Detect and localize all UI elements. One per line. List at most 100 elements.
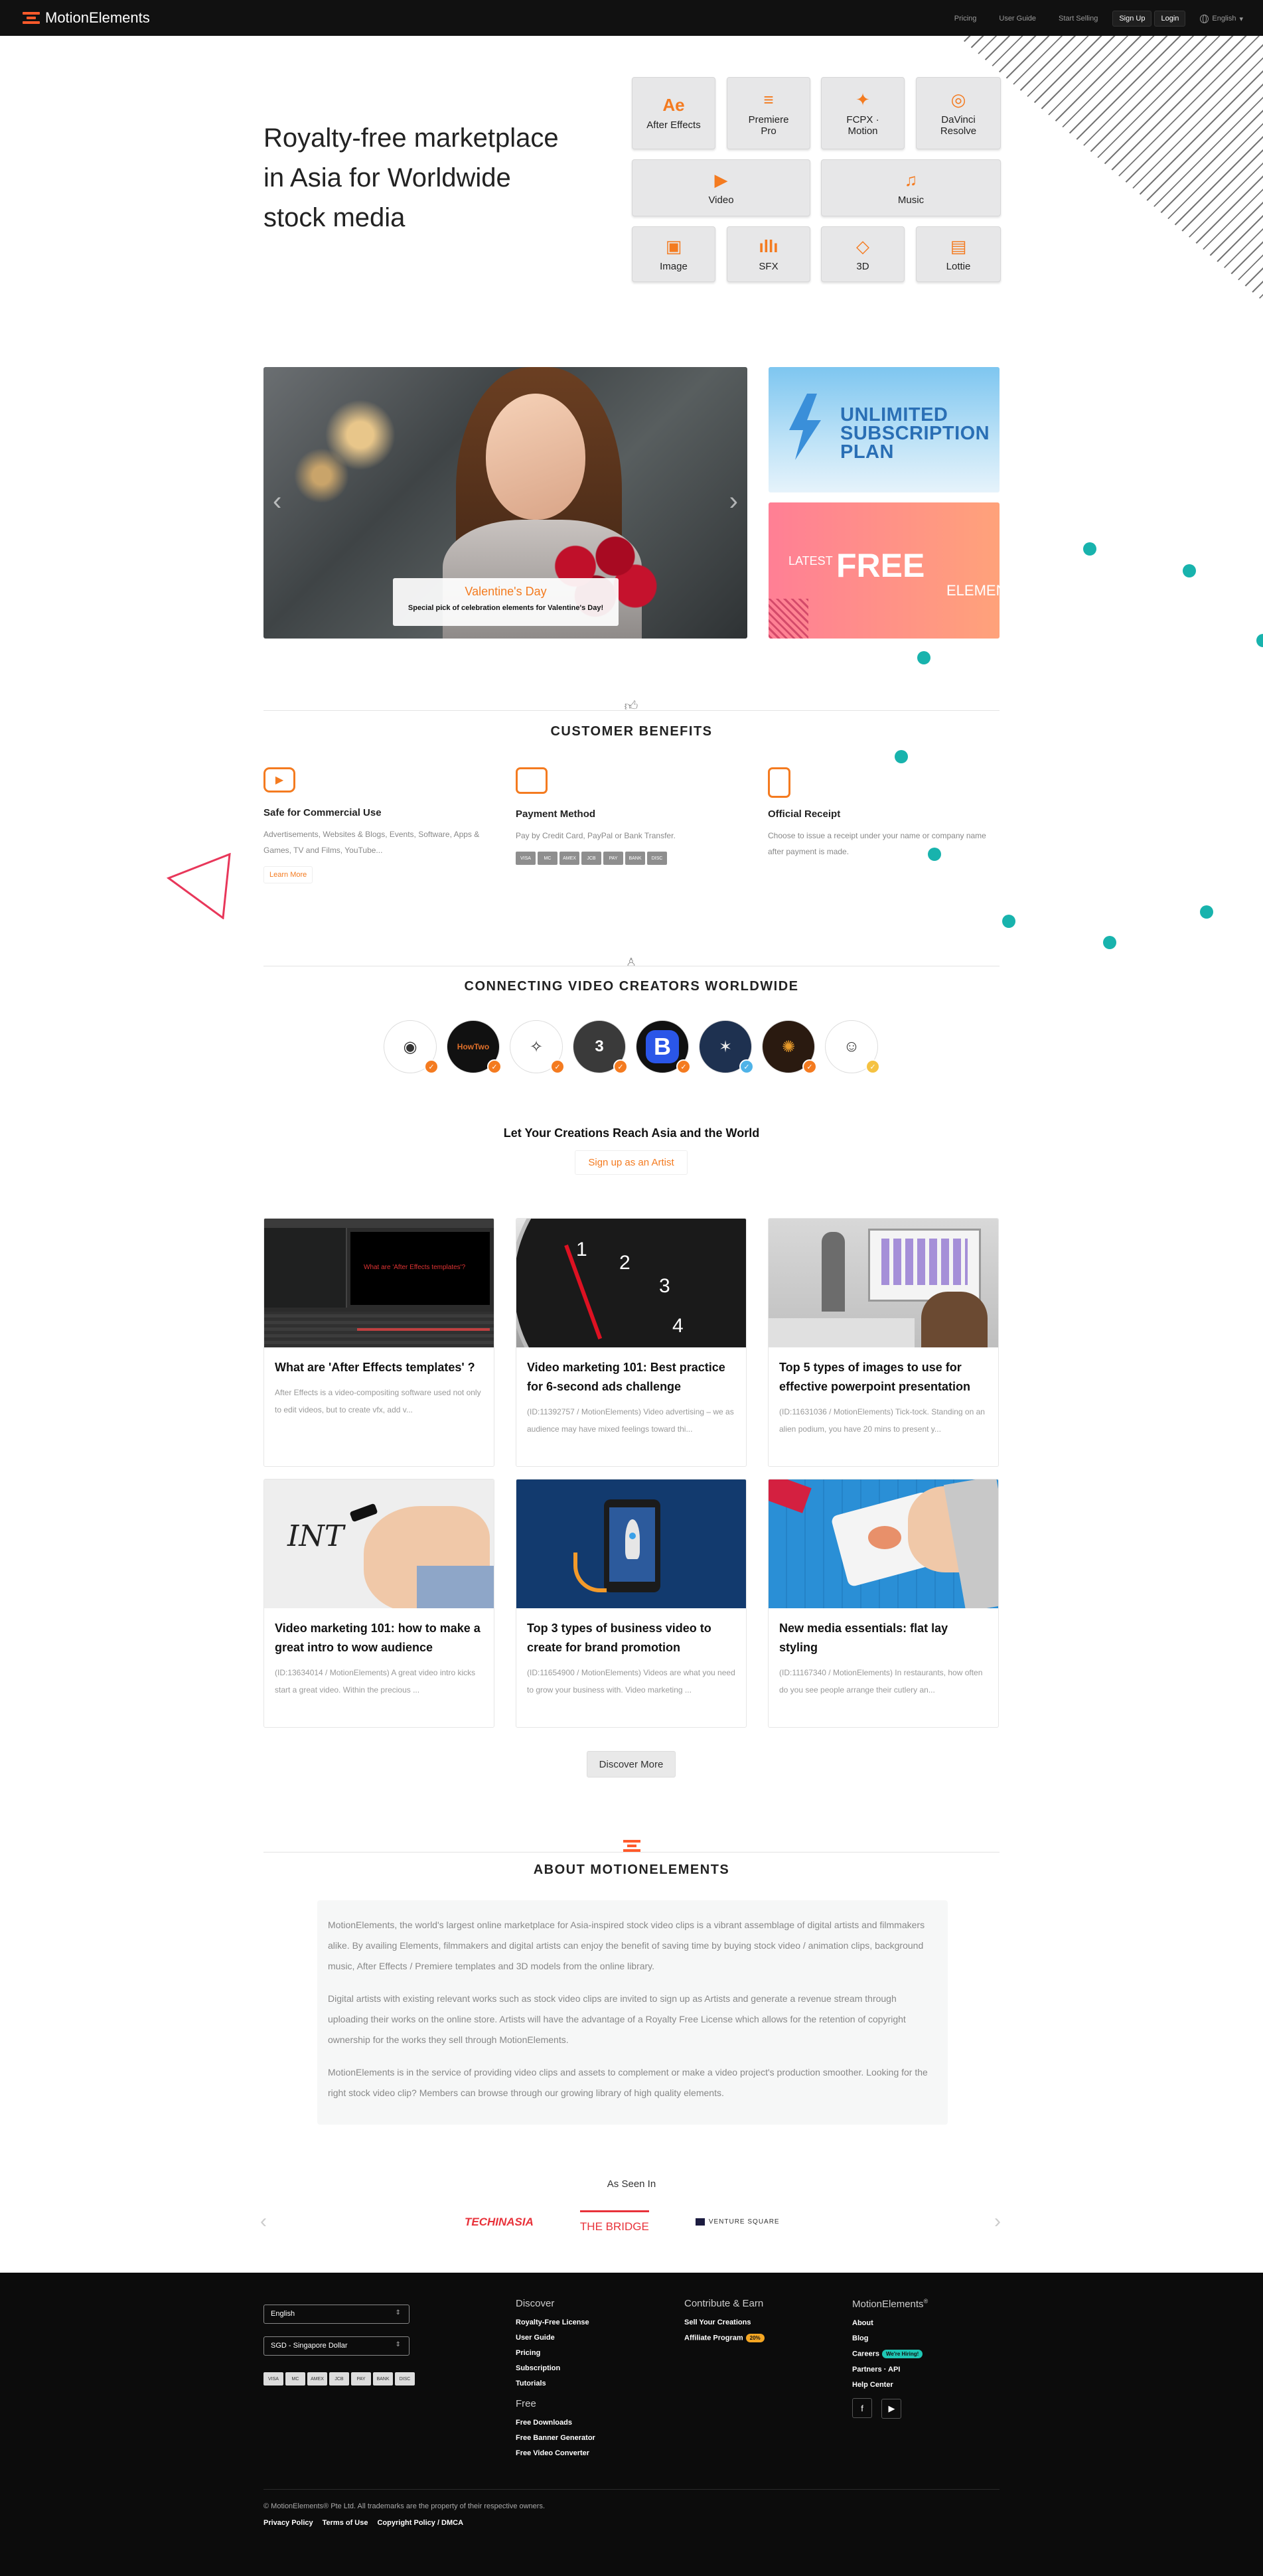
footer-company-column: MotionElements® About Blog Careers We're …: [852, 2298, 928, 2419]
footer-link[interactable]: Free Downloads: [516, 2419, 595, 2427]
slide-caption-title: Valentine's Day: [465, 585, 547, 598]
benefit-title: Safe for Commercial Use: [263, 807, 382, 818]
footer-link[interactable]: Royalty-Free License: [516, 2318, 595, 2326]
category-premiere-pro[interactable]: ≡ Premiere Pro: [727, 77, 810, 149]
creator-avatar[interactable]: HowTwo ✓: [447, 1020, 502, 1074]
language-selector[interactable]: English ▾: [1192, 14, 1243, 23]
category-lottie[interactable]: ▤ Lottie: [916, 226, 1001, 282]
the-bridge-logo[interactable]: THE BRIDGE: [579, 2210, 649, 2234]
post-thumbnail: 2 3 4 1: [516, 1219, 746, 1347]
post-excerpt: After Effects is a video-compositing sof…: [275, 1388, 481, 1414]
category-label: After Effects: [646, 119, 701, 131]
about-paragraph: MotionElements is in the service of prov…: [328, 2067, 928, 2098]
footer-link[interactable]: Careers We're Hiring!: [852, 2350, 928, 2358]
thumbs-up-icon: 👍︎: [624, 699, 638, 714]
brand-logo[interactable]: MotionElements: [23, 9, 150, 27]
slider-next-arrow[interactable]: ›: [729, 487, 738, 516]
creator-avatar[interactable]: B ✓: [636, 1020, 691, 1074]
discover-more-button[interactable]: Discover More: [587, 1751, 676, 1778]
creator-avatar[interactable]: ✧ ✓: [510, 1020, 565, 1074]
blog-post-card[interactable]: Top 3 types of business video to create …: [516, 1479, 747, 1728]
slider-prev-arrow[interactable]: ‹: [273, 487, 281, 516]
creator-avatar[interactable]: 3 ✓: [573, 1020, 628, 1074]
payment-cards: VISA MC AMEX JCB PAY BANK DISC: [516, 852, 751, 865]
category-fcpx-motion[interactable]: ✦ FCPX · Motion: [821, 77, 905, 149]
slide-caption[interactable]: Valentine's Day Special pick of celebrat…: [393, 578, 619, 626]
post-title: Top 5 types of images to use for effecti…: [779, 1361, 971, 1393]
category-after-effects[interactable]: Ae After Effects: [632, 77, 715, 149]
creator-icon: ♙: [625, 956, 637, 969]
post-thumbnail: INT: [264, 1479, 494, 1608]
verified-badge-icon: ✓: [487, 1059, 502, 1074]
creator-avatars: ◉ ✓ HowTwo ✓ ✧ ✓ 3 ✓ B ✓ ✶ ✓ ✺ ✓ ☺ ✓: [384, 1020, 880, 1074]
decor-dot: [1256, 634, 1263, 647]
premiere-pro-icon: ≡: [763, 89, 774, 110]
nav-start-selling-link[interactable]: Start Selling: [1051, 12, 1106, 25]
footer-link[interactable]: Subscription: [516, 2364, 595, 2372]
hero-slider[interactable]: ‹ › Valentine's Day Special pick of cele…: [263, 367, 747, 639]
blog-post-card[interactable]: 2 3 4 1 Video marketing 101: Best practi…: [516, 1218, 747, 1467]
benefits-title: CUSTOMER BENEFITS: [550, 724, 713, 739]
sound-wave-icon: ıllı: [759, 236, 779, 256]
top-navbar: MotionElements Pricing User Guide Start …: [0, 0, 1263, 36]
creators-title: CONNECTING VIDEO CREATORS WORLDWIDE: [464, 979, 799, 994]
davinci-resolve-icon: ◎: [950, 89, 966, 110]
brand-name: MotionElements: [45, 9, 150, 26]
category-image[interactable]: ▣ Image: [632, 226, 715, 282]
seen-next-arrow[interactable]: ›: [994, 2210, 1001, 2233]
privacy-policy-link[interactable]: Privacy Policy: [263, 2519, 313, 2527]
footer-link[interactable]: Free Banner Generator: [516, 2434, 595, 2442]
footer-currency-select[interactable]: SGD - Singapore Dollar ⇕: [263, 2336, 409, 2356]
play-icon: ▶: [263, 767, 295, 793]
creator-avatar[interactable]: ☺ ✓: [825, 1020, 880, 1074]
footer-link[interactable]: Sell Your Creations: [684, 2318, 765, 2326]
blog-post-card[interactable]: Top 5 types of images to use for effecti…: [768, 1218, 999, 1467]
youtube-icon[interactable]: ▶: [881, 2398, 902, 2419]
seen-prev-arrow[interactable]: ‹: [260, 2210, 267, 2233]
decor-dot: [1200, 905, 1213, 919]
blog-post-card[interactable]: INT Video marketing 101: how to make a g…: [263, 1479, 494, 1728]
signup-button[interactable]: Sign Up: [1112, 11, 1152, 27]
copyright-policy-link[interactable]: Copyright Policy / DMCA: [377, 2519, 463, 2527]
music-note-icon: ♫: [904, 169, 918, 190]
facebook-icon[interactable]: f: [852, 2398, 872, 2418]
footer-link[interactable]: User Guide: [516, 2334, 595, 2342]
login-button[interactable]: Login: [1154, 11, 1186, 27]
footer-link[interactable]: Help Center: [852, 2381, 928, 2389]
category-sfx[interactable]: ıllı SFX: [727, 226, 810, 282]
blog-post-card[interactable]: New media essentials: flat lay styling (…: [768, 1479, 999, 1728]
globe-icon: [1200, 14, 1209, 23]
chevron-updown-icon: ⇕: [395, 2341, 401, 2348]
bank-icon: BANK: [373, 2372, 393, 2386]
verified-badge-icon: ✓: [739, 1059, 754, 1074]
techinasia-logo[interactable]: TECHINASIA: [465, 2216, 534, 2229]
category-music[interactable]: ♫ Music: [821, 159, 1001, 216]
chevron-updown-icon: ⇕: [395, 2309, 401, 2316]
blog-post-card[interactable]: What are 'After Effects templates'? What…: [263, 1218, 494, 1467]
nav-pricing-link[interactable]: Pricing: [946, 12, 985, 25]
learn-more-button[interactable]: Learn More: [263, 866, 313, 883]
footer-link[interactable]: Tutorials: [516, 2380, 595, 2387]
footer-link[interactable]: About: [852, 2319, 928, 2327]
footer-link[interactable]: Partners · API: [852, 2366, 928, 2374]
benefit-official-receipt: Official Receipt Choose to issue a recei…: [768, 767, 1003, 860]
signup-artist-button[interactable]: Sign up as an Artist: [575, 1150, 688, 1175]
footer-link[interactable]: Affiliate Program 20%: [684, 2334, 765, 2342]
venture-square-logo[interactable]: VENTURE SQUARE: [695, 2218, 780, 2226]
creator-avatar[interactable]: ◉ ✓: [384, 1020, 439, 1074]
nav-user-guide-link[interactable]: User Guide: [991, 12, 1044, 25]
footer-link[interactable]: Free Video Converter: [516, 2449, 595, 2457]
category-davinci-resolve[interactable]: ◎ DaVinci Resolve: [916, 77, 1001, 149]
creator-avatar[interactable]: ✶ ✓: [699, 1020, 754, 1074]
free-elements-promo-banner[interactable]: LATEST FREE ELEMENTS: [769, 502, 1000, 639]
creator-avatar[interactable]: ✺ ✓: [762, 1020, 817, 1074]
subscription-promo-banner[interactable]: UNLIMITED SUBSCRIPTION PLAN: [769, 367, 1000, 492]
footer-link[interactable]: Pricing: [516, 2349, 595, 2357]
about-paragraph: Digital artists with existing relevant w…: [328, 1993, 906, 2045]
footer-link[interactable]: Blog: [852, 2334, 928, 2342]
hero-title: Royalty-free marketplace in Asia for Wor…: [263, 123, 559, 232]
category-video[interactable]: ▶ Video: [632, 159, 810, 216]
terms-of-use-link[interactable]: Terms of Use: [323, 2519, 368, 2527]
footer-language-select[interactable]: English ⇕: [263, 2305, 409, 2324]
category-3d[interactable]: ◇ 3D: [821, 226, 905, 282]
